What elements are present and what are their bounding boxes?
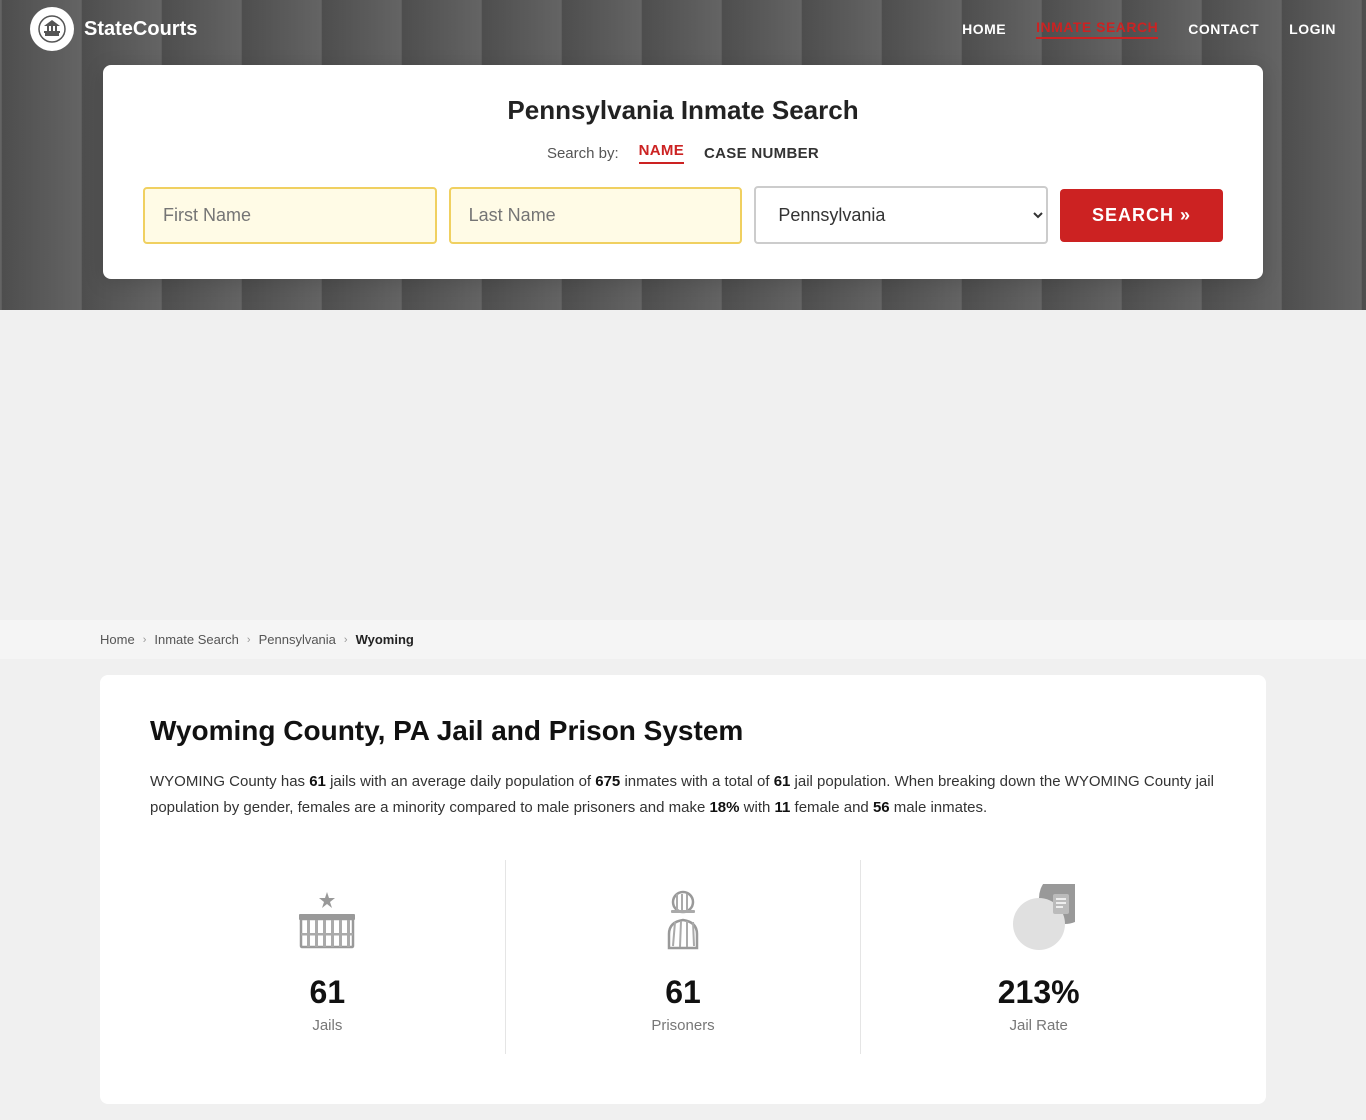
stat-prisoners: 61 Prisoners xyxy=(506,860,862,1054)
last-name-input[interactable] xyxy=(449,187,743,244)
nav-links: HOME INMATE SEARCH CONTACT LOGIN xyxy=(962,19,1336,39)
search-by-label: Search by: xyxy=(547,145,619,162)
jails-building-icon xyxy=(291,884,363,956)
search-inputs: Pennsylvania Alabama Alaska Arizona Arka… xyxy=(143,186,1223,244)
breadcrumb-sep-1: › xyxy=(143,634,147,646)
breadcrumb-pennsylvania[interactable]: Pennsylvania xyxy=(259,632,336,647)
stats-row: 61 Jails xyxy=(150,860,1216,1054)
courthouse-icon xyxy=(38,15,66,43)
tab-name[interactable]: NAME xyxy=(639,142,684,164)
breadcrumb-inmate-search[interactable]: Inmate Search xyxy=(154,632,239,647)
jails-icon xyxy=(287,880,367,960)
jails-label: Jails xyxy=(312,1017,342,1034)
navigation: StateCourts HOME INMATE SEARCH CONTACT L… xyxy=(0,0,1366,58)
prisoners-value: 61 xyxy=(665,974,701,1011)
jail-rate-value: 213% xyxy=(998,974,1080,1011)
breadcrumb-sep-3: › xyxy=(344,634,348,646)
nav-home[interactable]: HOME xyxy=(962,21,1006,37)
prisoners-label: Prisoners xyxy=(651,1017,714,1034)
prisoners-icon xyxy=(643,880,723,960)
breadcrumb-home[interactable]: Home xyxy=(100,632,135,647)
jail-rate-icon xyxy=(999,880,1079,960)
pie-chart-icon xyxy=(1003,884,1075,956)
jails-value: 61 xyxy=(310,974,346,1011)
nav-login[interactable]: LOGIN xyxy=(1289,21,1336,37)
jail-rate-label: Jail Rate xyxy=(1010,1017,1068,1034)
tab-case-number[interactable]: CASE NUMBER xyxy=(704,145,819,162)
county-description: WYOMING County has 61 jails with an aver… xyxy=(150,769,1216,820)
search-card: Pennsylvania Inmate Search Search by: NA… xyxy=(103,65,1263,279)
header: COURTHOUSE StateCourts HOME INMATE SEARC… xyxy=(0,0,1366,310)
state-select[interactable]: Pennsylvania Alabama Alaska Arizona Arka… xyxy=(754,186,1048,244)
breadcrumb-sep-2: › xyxy=(247,634,251,646)
logo[interactable]: StateCourts xyxy=(30,7,197,51)
main-content: Wyoming County, PA Jail and Prison Syste… xyxy=(100,675,1266,1104)
logo-text: StateCourts xyxy=(84,18,197,41)
prisoner-person-icon xyxy=(647,884,719,956)
search-by-row: Search by: NAME CASE NUMBER xyxy=(143,142,1223,164)
county-title: Wyoming County, PA Jail and Prison Syste… xyxy=(150,715,1216,747)
stat-jails: 61 Jails xyxy=(150,860,506,1054)
search-button[interactable]: SEARCH » xyxy=(1060,189,1223,242)
stat-jail-rate: 213% Jail Rate xyxy=(861,860,1216,1054)
first-name-input[interactable] xyxy=(143,187,437,244)
breadcrumb-current: Wyoming xyxy=(356,632,414,647)
nav-inmate-search[interactable]: INMATE SEARCH xyxy=(1036,19,1158,39)
logo-icon xyxy=(30,7,74,51)
breadcrumb: Home › Inmate Search › Pennsylvania › Wy… xyxy=(0,620,1366,659)
nav-contact[interactable]: CONTACT xyxy=(1188,21,1259,37)
card-title: Pennsylvania Inmate Search xyxy=(143,95,1223,126)
